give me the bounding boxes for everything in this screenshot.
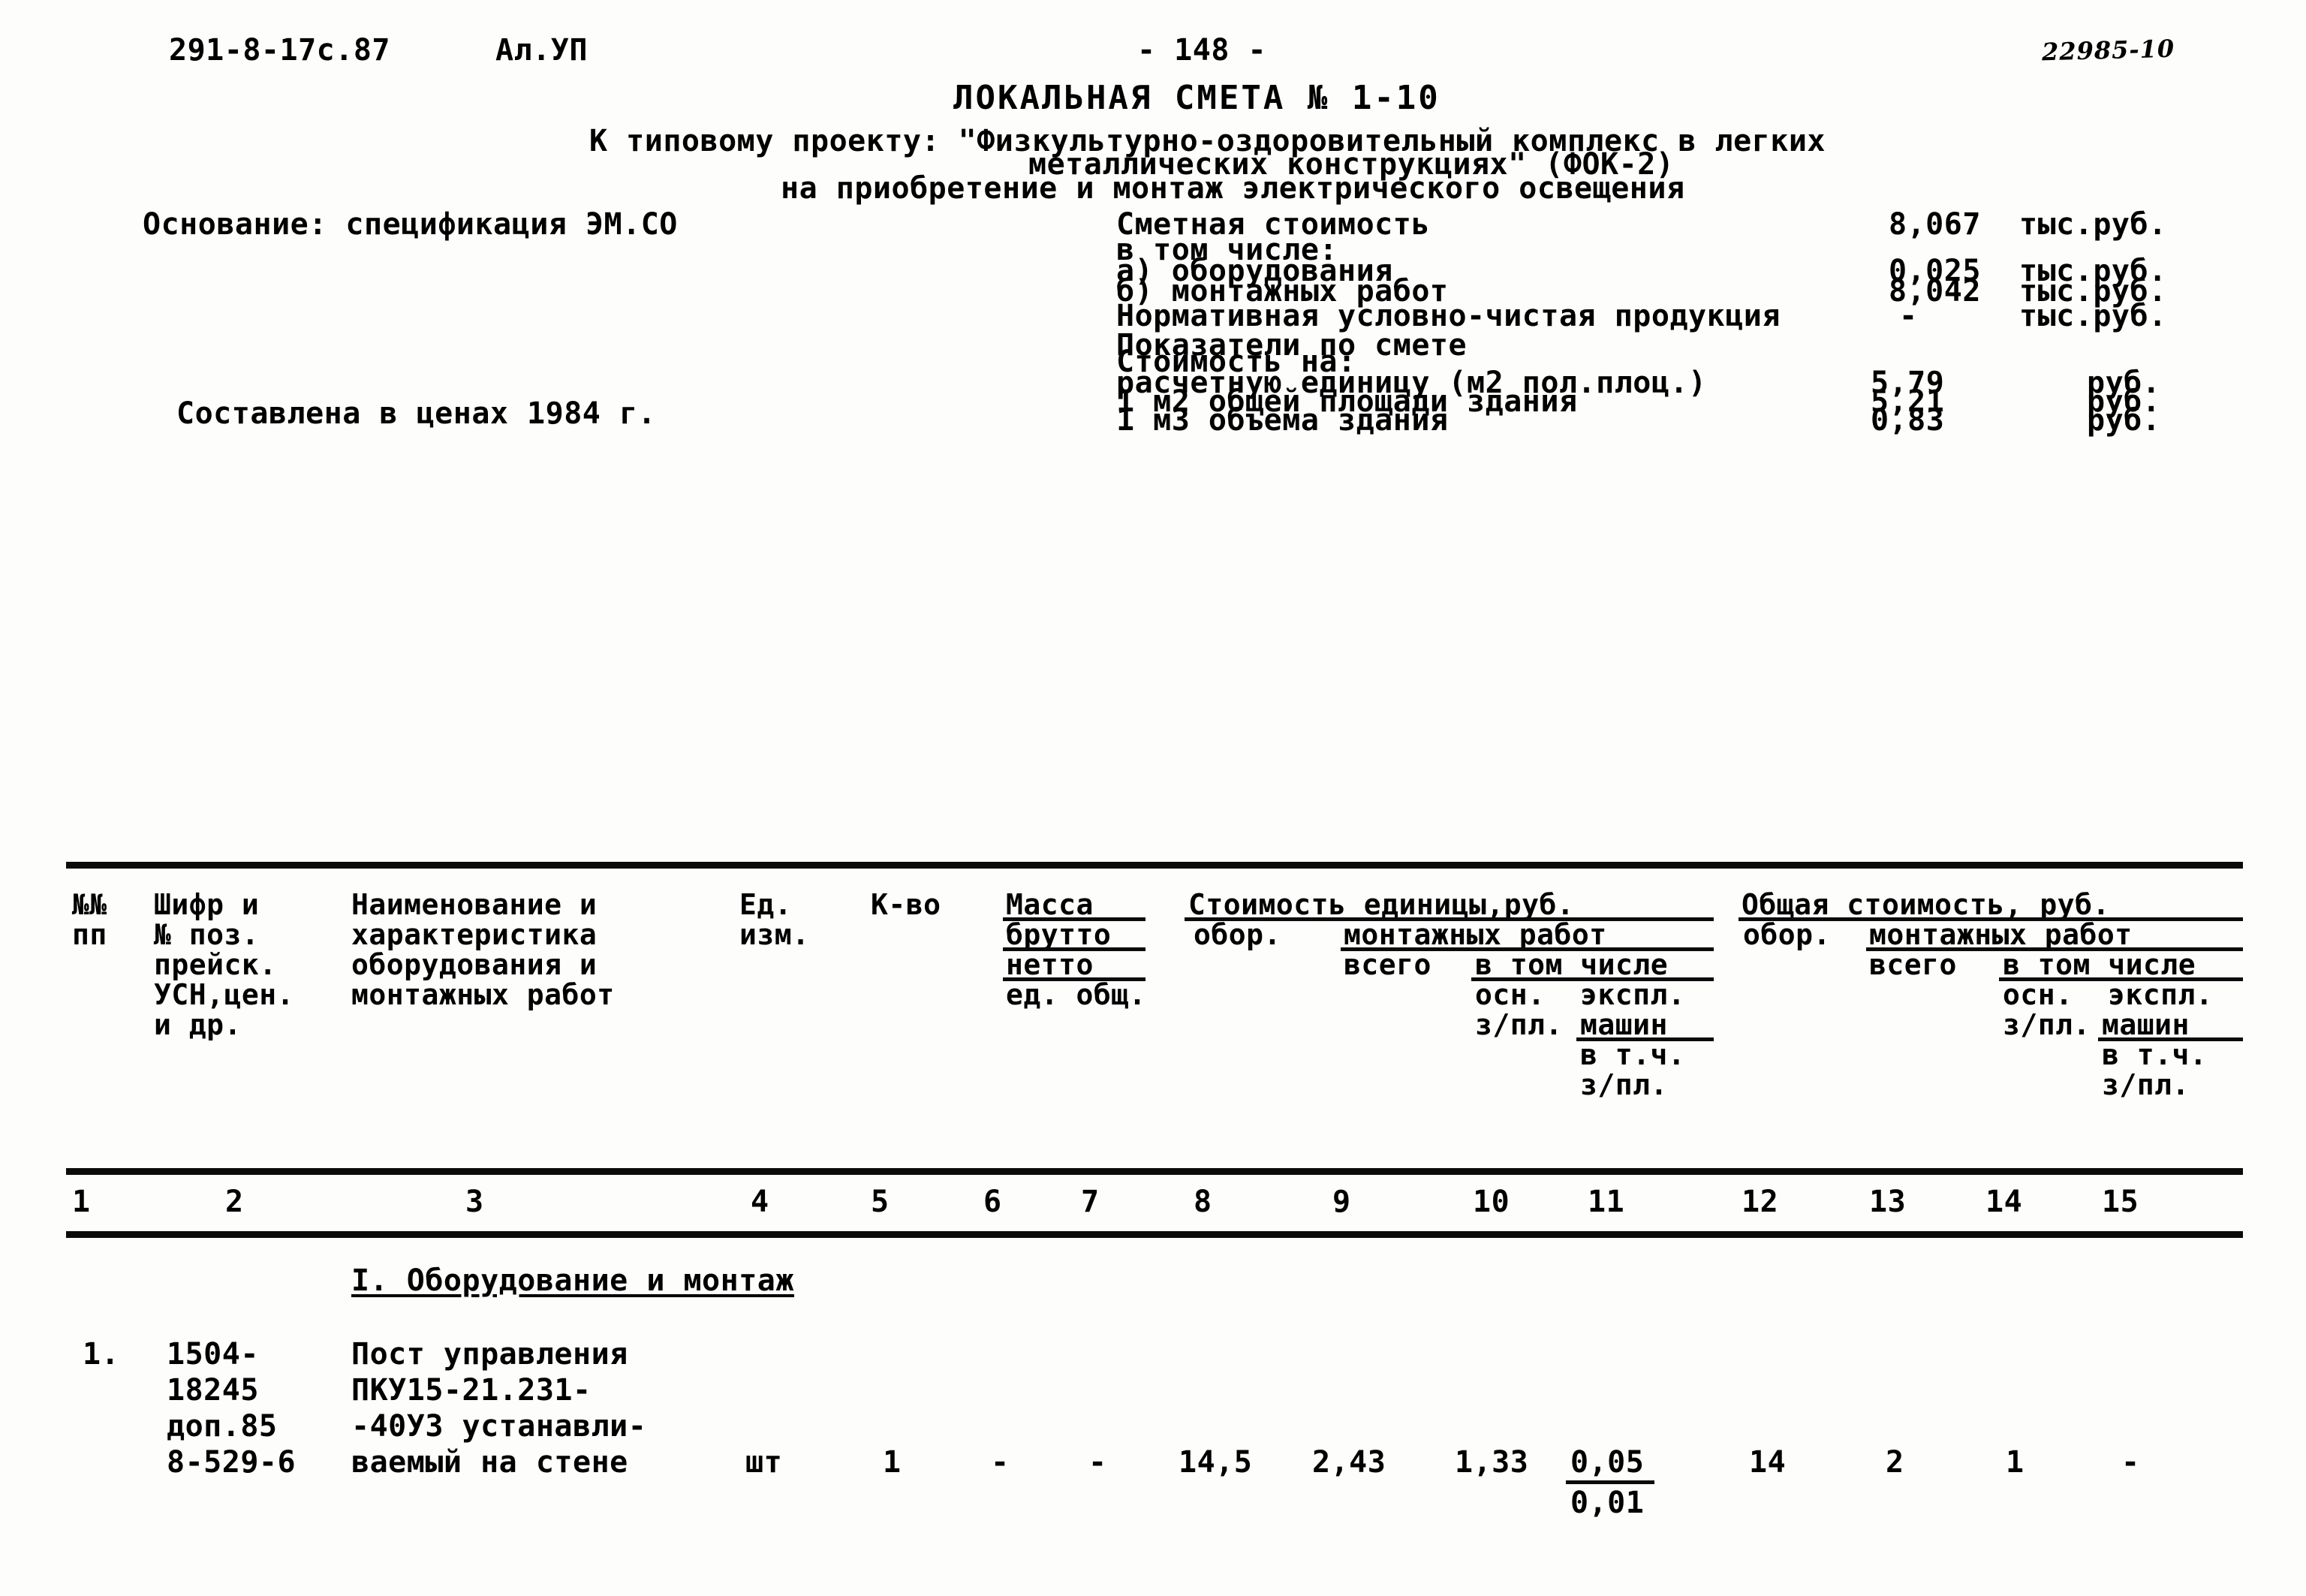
row-code: 1504- 18245 доп.85 8-529-6	[167, 1337, 297, 1480]
col-header-total-cost-equip: обор.	[1743, 918, 1831, 951]
col-header-index: №№ пп	[72, 888, 107, 951]
prices-line: Составлена в ценах 1984 г.	[176, 396, 657, 431]
column-number-6: 6	[983, 1185, 1002, 1219]
machines-fraction-line	[1566, 1480, 1654, 1484]
col-header-unit-cost-equip: обор.	[1194, 918, 1281, 951]
col-header-total-cost-machines: машин	[2102, 1008, 2190, 1041]
col-header-unit-cost-oper: экспл.	[1580, 978, 1686, 1011]
col-header-total-cost: Общая стоимость, руб.	[1742, 888, 2110, 921]
col-header-unit-cost-wage2: з/пл.	[1580, 1068, 1668, 1101]
column-numbers-rule	[66, 1231, 2243, 1238]
row-total-cost-main-wage: 1	[2006, 1445, 2025, 1480]
col-header-unit-cost-among: в т.ч.	[1580, 1038, 1686, 1071]
archive-stamp: 22985-10	[2041, 34, 2175, 67]
row-total-cost-equipment: 14	[1749, 1445, 1787, 1480]
document-page: 291-8-17с.87 Ал.УП - 148 - 22985-10 ЛОКА…	[0, 0, 2306, 1596]
total-cost-value: 8,067	[1889, 207, 1981, 242]
section-heading: I. Оборудование и монтаж	[351, 1263, 794, 1298]
row-quantity: 1	[883, 1445, 902, 1480]
row-unit-cost-machines-bottom: 0,01	[1570, 1486, 1645, 1520]
col-header-quantity: К-во	[871, 888, 941, 921]
row-total-cost-install: 2	[1886, 1445, 1904, 1480]
table-top-rule	[66, 862, 2243, 869]
col-header-unit-cost-incl: в том числе	[1475, 948, 1669, 981]
col-header-unit: Ед. изм.	[739, 888, 810, 951]
row-unit-cost-install-total: 2,43	[1312, 1445, 1386, 1480]
row-description: Пост управления ПКУ15-21.231- -40У3 уста…	[351, 1337, 647, 1480]
col-header-code: Шифр и № поз. прейск. УСН,цен. и др.	[154, 888, 295, 1041]
column-number-3: 3	[465, 1185, 484, 1219]
document-code: 291-8-17с.87	[169, 33, 390, 68]
column-number-10: 10	[1473, 1185, 1510, 1219]
col-header-unit-cost-wage: з/пл.	[1475, 1008, 1563, 1041]
col-header-total-cost-total: всего	[1869, 948, 1957, 981]
column-number-1: 1	[72, 1185, 91, 1219]
indicator-unit-3: руб.	[2087, 403, 2161, 438]
column-number-11: 11	[1588, 1185, 1625, 1219]
col-header-total-cost-oper: экспл.	[2108, 978, 2214, 1011]
estimate-subject: на приобретение и монтаж электрического …	[781, 171, 1685, 206]
column-number-15: 15	[2102, 1185, 2139, 1219]
col-header-mass-units: ед. общ.	[1006, 978, 1147, 1011]
table-header-bottom-rule	[66, 1168, 2243, 1175]
column-number-14: 14	[1985, 1185, 2023, 1219]
column-number-7: 7	[1081, 1185, 1100, 1219]
col-header-total-cost-main: осн.	[2003, 978, 2073, 1011]
nucp-unit: тыс.руб.	[2019, 299, 2167, 333]
col-header-total-cost-among: в т.ч.	[2102, 1038, 2208, 1071]
column-number-2: 2	[225, 1185, 244, 1219]
row-mass-net: -	[1088, 1445, 1107, 1480]
col-header-name: Наименование и характеристика оборудован…	[351, 888, 615, 1011]
indicator-value-3: 0,83	[1871, 403, 1945, 438]
row-unit-cost-machines-top: 0,05	[1570, 1445, 1645, 1480]
col-header-mass-net: нетто	[1006, 948, 1094, 981]
row-total-cost-machines: -	[2121, 1445, 2140, 1480]
total-cost-unit: тыс.руб.	[2019, 207, 2167, 242]
indicator-label-3: 1 м3 объема здания	[1116, 403, 1449, 438]
column-number-4: 4	[751, 1185, 769, 1219]
col-header-unit-cost: Стоимость единицы,руб.	[1188, 888, 1575, 921]
row-unit: шт	[745, 1445, 783, 1480]
col-header-mass: Масса	[1006, 888, 1094, 921]
col-header-total-cost-wage: з/пл.	[2003, 1008, 2091, 1041]
page-number: - 148 -	[1137, 33, 1267, 68]
column-number-13: 13	[1869, 1185, 1907, 1219]
col-header-total-cost-incl: в том числе	[2003, 948, 2196, 981]
basis-line: Основание: спецификация ЭМ.СО	[143, 207, 678, 242]
row-index: 1.	[83, 1337, 120, 1372]
column-number-9: 9	[1332, 1185, 1351, 1219]
column-number-5: 5	[871, 1185, 890, 1219]
page-title: ЛОКАЛЬНАЯ СМЕТА № 1-10	[953, 79, 1440, 117]
col-header-total-cost-install: монтажных работ	[1869, 918, 2133, 951]
row-unit-cost-main-wage: 1,33	[1455, 1445, 1529, 1480]
column-number-8: 8	[1194, 1185, 1212, 1219]
col-header-unit-cost-total: всего	[1344, 948, 1431, 981]
col-header-unit-cost-main: осн.	[1475, 978, 1546, 1011]
sheet-label: Ал.УП	[495, 33, 588, 68]
column-number-12: 12	[1742, 1185, 1779, 1219]
col-header-mass-gross: брутто	[1006, 918, 1112, 951]
row-unit-cost-equipment: 14,5	[1179, 1445, 1253, 1480]
col-header-unit-cost-machines: машин	[1580, 1008, 1668, 1041]
col-header-total-cost-wage2: з/пл.	[2102, 1068, 2190, 1101]
row-mass-gross: -	[991, 1445, 1010, 1480]
nucp-value: -	[1899, 299, 1918, 333]
col-header-unit-cost-install: монтажных работ	[1344, 918, 1607, 951]
